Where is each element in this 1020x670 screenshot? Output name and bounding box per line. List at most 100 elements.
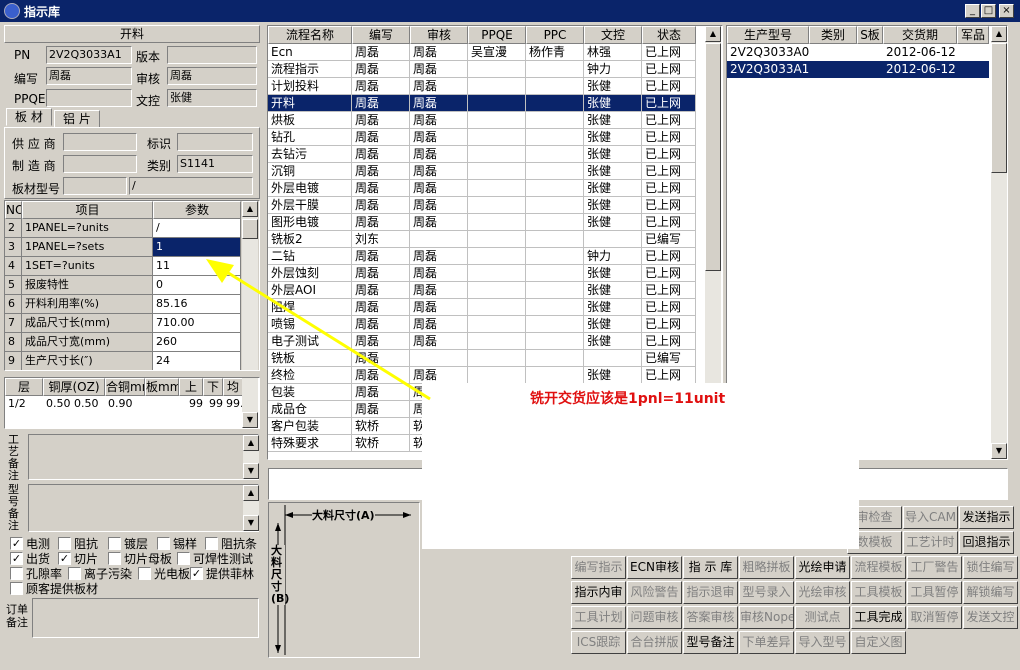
process-cell[interactable] — [468, 350, 526, 367]
process-cell[interactable] — [526, 333, 584, 350]
process-cell[interactable] — [468, 333, 526, 350]
type-notes-field[interactable] — [28, 484, 259, 532]
checkbox-icon[interactable] — [108, 537, 121, 550]
models-col-delivery[interactable]: 交货期 — [883, 26, 957, 44]
process-cell[interactable]: 张健 — [584, 333, 642, 350]
process-row[interactable]: 图形电镀 周磊 周磊 张健 已上网 — [268, 214, 722, 231]
process-cell[interactable]: 已编写 — [642, 350, 696, 367]
layers-col[interactable]: 铜厚(OZ) — [43, 378, 105, 396]
model-cell[interactable] — [809, 44, 857, 61]
action-button[interactable]: 答案审核 — [683, 606, 738, 629]
process-row[interactable]: 外层电镀 周磊 周磊 张健 已上网 — [268, 180, 722, 197]
params-cell[interactable]: 9 — [5, 352, 22, 370]
close-button[interactable]: × — [999, 4, 1014, 18]
process-cell[interactable]: 已上网 — [642, 282, 696, 299]
models-col-category[interactable]: 类别 — [809, 26, 857, 44]
action-button[interactable]: 光绘审核 — [795, 581, 850, 604]
params-cell[interactable]: 2 — [5, 219, 22, 238]
doc-control-field[interactable]: 张健 — [167, 89, 257, 107]
supplier-field[interactable] — [63, 133, 137, 151]
checkbox-icon[interactable] — [58, 537, 71, 550]
process-cell[interactable]: 已上网 — [642, 367, 696, 384]
process-cell[interactable]: 周磊 — [410, 163, 468, 180]
params-cell[interactable]: 7 — [5, 314, 22, 333]
process-row[interactable]: 铣板2 刘东 已编写 — [268, 231, 722, 248]
process-cell[interactable] — [468, 248, 526, 265]
process-row[interactable]: 流程指示 周磊 周磊 钟力 已上网 — [268, 61, 722, 78]
action-button[interactable]: 工具计划 — [571, 606, 626, 629]
process-cell[interactable]: 钻孔 — [268, 129, 352, 146]
checkmark-icon[interactable]: ✓ — [10, 552, 23, 565]
process-cell[interactable] — [526, 316, 584, 333]
scroll-up-icon[interactable]: ▲ — [991, 26, 1007, 42]
option-checkbox[interactable]: 光电板 — [138, 565, 190, 582]
process-cell[interactable] — [526, 197, 584, 214]
action-button[interactable]: 发送指示 — [959, 506, 1014, 529]
process-cell[interactable] — [526, 146, 584, 163]
process-row[interactable]: 烘板 周磊 周磊 张健 已上网 — [268, 112, 722, 129]
process-cell[interactable]: Ecn — [268, 44, 352, 61]
checkbox-icon[interactable] — [10, 582, 23, 595]
models-col-model[interactable]: 生产型号 — [727, 26, 809, 44]
model-row[interactable]: 2V2Q3033A0 2012-06-12 — [727, 44, 1007, 61]
process-col-ppqe[interactable]: PPQE — [468, 26, 526, 44]
process-cell[interactable]: 周磊 — [352, 61, 410, 78]
process-col-status[interactable]: 状态 — [642, 26, 696, 44]
process-cell[interactable] — [468, 129, 526, 146]
models-col-military[interactable]: 军品 — [957, 26, 989, 44]
process-cell[interactable] — [526, 248, 584, 265]
process-row[interactable]: 去钻污 周磊 周磊 张健 已上网 — [268, 146, 722, 163]
params-cell[interactable]: 报废特性 — [22, 276, 153, 295]
board-model-field[interactable] — [63, 177, 127, 195]
process-cell[interactable]: 周磊 — [410, 44, 468, 61]
process-cell[interactable]: 已上网 — [642, 333, 696, 350]
process-cell[interactable] — [468, 231, 526, 248]
action-button[interactable]: 指示退审 — [683, 581, 738, 604]
action-button[interactable]: 工具模板 — [851, 581, 906, 604]
params-col-item[interactable]: 项目 — [22, 201, 153, 219]
process-cell[interactable]: 铣板2 — [268, 231, 352, 248]
process-cell[interactable]: 周磊 — [352, 129, 410, 146]
process-row[interactable]: 开料 周磊 周磊 张健 已上网 — [268, 95, 722, 112]
process-cell[interactable]: 周磊 — [352, 163, 410, 180]
process-cell[interactable] — [584, 350, 642, 367]
process-cell[interactable]: 张健 — [584, 180, 642, 197]
models-scrollbar[interactable]: ▲ ▼ — [991, 26, 1007, 459]
process-cell[interactable] — [468, 299, 526, 316]
checkmark-icon[interactable]: ✓ — [190, 567, 203, 580]
scroll-up-icon[interactable]: ▲ — [705, 26, 721, 42]
process-cell[interactable]: 外层电镀 — [268, 180, 352, 197]
action-button[interactable]: 解锁编写 — [963, 581, 1018, 604]
process-cell[interactable] — [526, 95, 584, 112]
model-cell[interactable]: 2012-06-12 — [883, 44, 957, 61]
process-cell[interactable]: 已上网 — [642, 299, 696, 316]
pn-field[interactable]: 2V2Q3033A1 — [46, 46, 132, 64]
process-cell[interactable] — [526, 180, 584, 197]
order-notes-field[interactable] — [32, 598, 259, 638]
process-cell[interactable] — [526, 112, 584, 129]
params-cell[interactable]: 5 — [5, 276, 22, 295]
process-cell[interactable]: 已上网 — [642, 214, 696, 231]
params-cell[interactable]: 1PANEL=?sets — [22, 238, 153, 257]
process-cell[interactable] — [526, 214, 584, 231]
process-cell[interactable]: 烘板 — [268, 112, 352, 129]
process-cell[interactable] — [468, 163, 526, 180]
action-button[interactable]: 工艺计时 — [903, 531, 958, 554]
process-cell[interactable]: 已上网 — [642, 95, 696, 112]
process-cell[interactable]: 特殊要求 — [268, 435, 352, 452]
process-cell[interactable] — [468, 112, 526, 129]
layers-col[interactable]: 板mm — [145, 378, 179, 396]
process-cell[interactable]: 周磊 — [410, 214, 468, 231]
option-checkbox[interactable]: ✓ 提供菲林 — [190, 565, 254, 582]
process-cell[interactable]: 周磊 — [352, 197, 410, 214]
process-cell[interactable] — [526, 78, 584, 95]
model-cell[interactable] — [809, 61, 857, 78]
params-col-value[interactable]: 参数 — [153, 201, 241, 219]
process-cell[interactable] — [468, 197, 526, 214]
process-cell[interactable]: 软桥 — [352, 418, 410, 435]
process-cell[interactable]: 周磊 — [410, 112, 468, 129]
process-col-reviewer[interactable]: 审核 — [410, 26, 468, 44]
craft-notes-scrollbar[interactable]: ▲ ▼ — [243, 435, 259, 479]
layers-cell[interactable]: 0.90 — [105, 396, 145, 413]
checkmark-icon[interactable]: ✓ — [58, 552, 71, 565]
